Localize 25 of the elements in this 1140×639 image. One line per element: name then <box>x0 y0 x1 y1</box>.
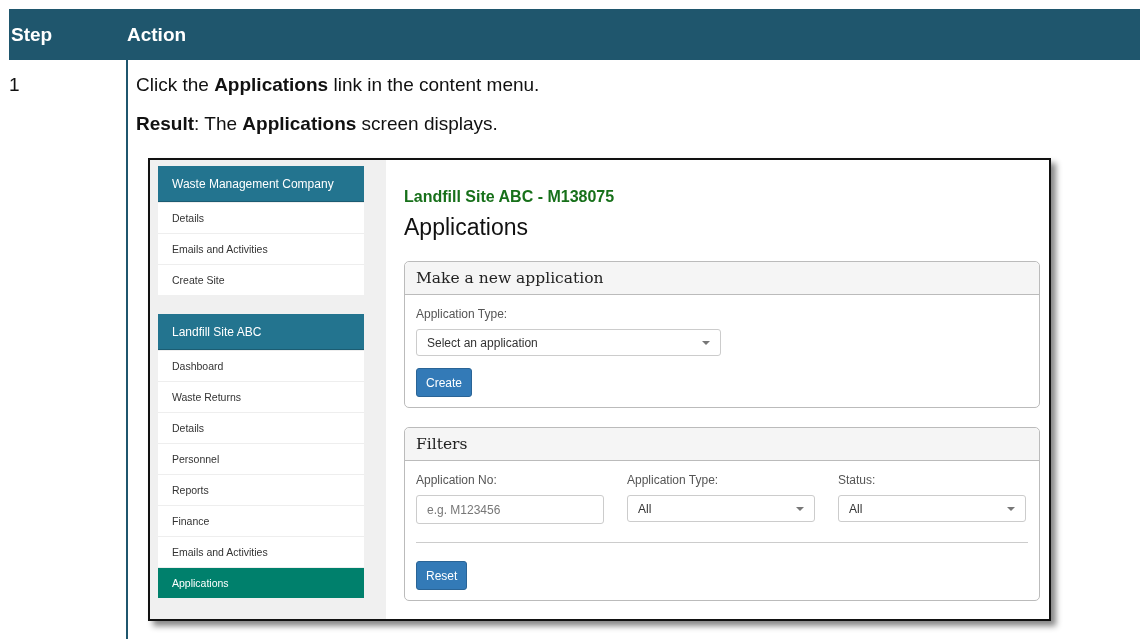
page-title: Applications <box>404 214 530 241</box>
sidebar-heading: Waste Management Company <box>158 166 364 202</box>
caret-icon <box>796 506 804 511</box>
reset-button[interactable]: Reset <box>416 561 468 590</box>
select-field[interactable]: All <box>838 495 1026 522</box>
field-label: Application Type: <box>627 473 720 487</box>
field-label: Status: <box>838 473 877 487</box>
sidebar-item[interactable]: Applications <box>158 567 364 598</box>
select-field[interactable]: All <box>627 495 815 522</box>
step-number: 1 <box>9 74 21 96</box>
field-label: Application Type: <box>416 307 509 321</box>
site-title: Landfill Site ABC - M138075 <box>404 188 616 206</box>
instruction-text: Click the Applications link in the content menu. <box>136 74 541 96</box>
field-label: Application No: <box>416 473 498 487</box>
column-header: Step <box>10 23 54 46</box>
create-button[interactable]: Create <box>416 368 473 397</box>
caret-icon <box>702 340 710 345</box>
panel-title: Make a new application <box>405 262 1039 295</box>
input-field[interactable]: e.g. M123456 <box>416 495 604 524</box>
caret-icon <box>1007 506 1015 511</box>
application-type-select[interactable]: Select an application <box>416 329 721 356</box>
sidebar-heading: Landfill Site ABC <box>158 314 364 350</box>
column-header: Action <box>126 23 187 46</box>
panel-title: Filters <box>405 428 1039 461</box>
result-text: Result: The Applications screen displays. <box>136 113 499 135</box>
